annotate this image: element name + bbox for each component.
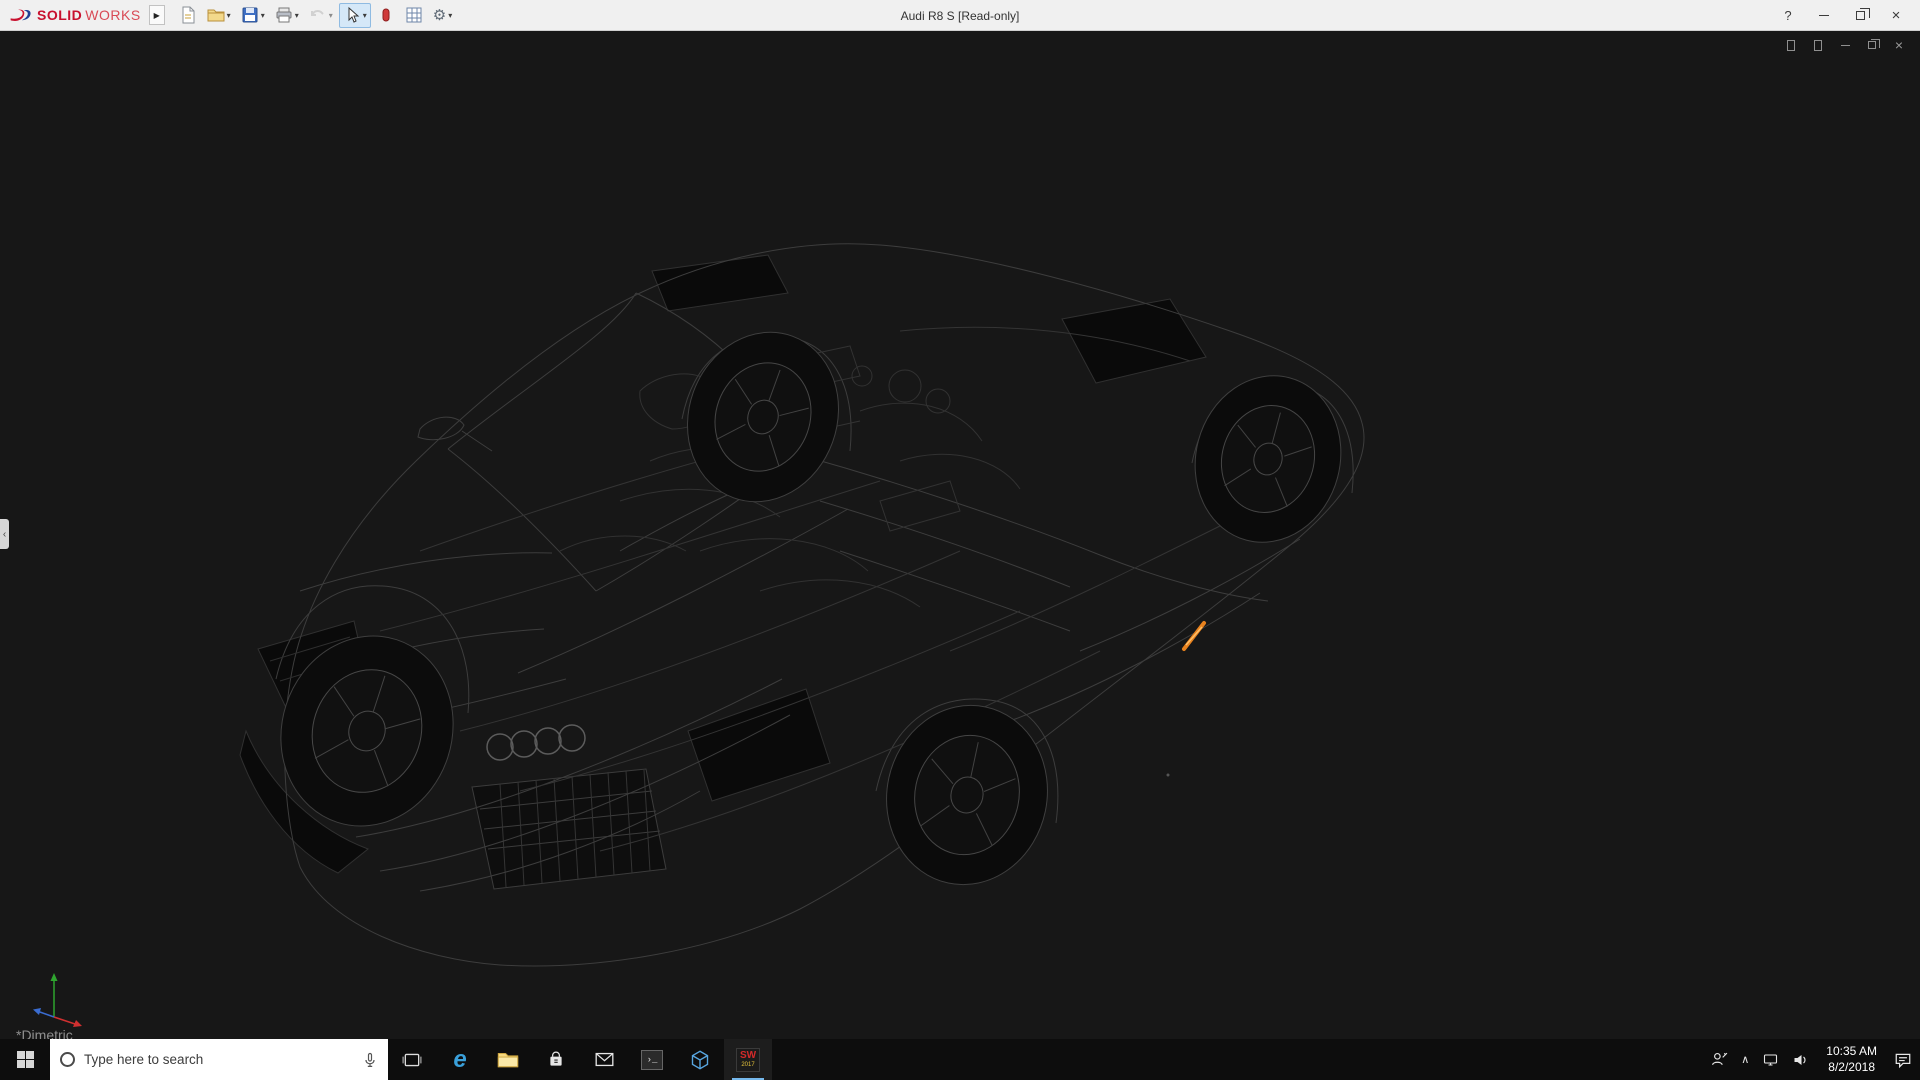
microphone-icon[interactable]: [362, 1052, 378, 1068]
menu-flyout-arrow[interactable]: ▶: [149, 5, 165, 25]
windows-logo-icon: [17, 1051, 34, 1068]
ds-logo-icon: [8, 7, 34, 24]
graphics-viewport[interactable]: ×: [0, 31, 1920, 1039]
task-view-icon: [402, 1052, 422, 1068]
select-cursor-icon: [343, 6, 361, 24]
taskbar-clock[interactable]: 10:35 AM 8/2/2018: [1822, 1044, 1881, 1075]
panel-arrow-icon: ‹: [3, 529, 6, 540]
print-dropdown-arrow[interactable]: ▾: [295, 11, 299, 20]
people-icon: [1711, 1051, 1728, 1068]
undo-dropdown-arrow[interactable]: ▾: [329, 11, 333, 20]
audi-rings: [487, 725, 585, 760]
restore-button[interactable]: [1852, 7, 1868, 23]
options-dropdown-arrow[interactable]: ▾: [448, 11, 452, 20]
page-icon: [1814, 40, 1822, 51]
select-tool-button[interactable]: ▾: [339, 3, 371, 28]
file-properties-icon: [405, 6, 423, 24]
volume-icon: [1792, 1052, 1809, 1068]
page-icon: [1787, 40, 1795, 51]
action-center-icon: [1894, 1051, 1912, 1069]
edge-button[interactable]: e: [436, 1039, 484, 1080]
brand-text-works: WORKS: [85, 7, 140, 23]
save-icon: [241, 6, 259, 24]
action-center-button[interactable]: [1894, 1051, 1912, 1069]
solidworks-taskbar-button[interactable]: SW 2017: [724, 1039, 772, 1080]
edge-icon: e: [453, 1048, 466, 1072]
rebuild-icon: [377, 6, 395, 24]
help-button[interactable]: ?: [1780, 7, 1796, 23]
view-orientation-label: *Dimetric: [16, 1027, 73, 1039]
window-controls: ? ×: [1780, 7, 1914, 23]
solidworks-app-icon: SW 2017: [736, 1048, 760, 1072]
mail-button[interactable]: [580, 1039, 628, 1080]
taskbar-search[interactable]: [50, 1039, 388, 1080]
titlebar: SOLIDWORKS ▶ ▾: [0, 0, 1920, 31]
restore-icon: [1856, 11, 1865, 20]
flyout-arrow-icon: ▶: [154, 11, 160, 20]
solidworks-window: SOLIDWORKS ▶ ▾: [0, 0, 1920, 1080]
open-document-button[interactable]: ▾: [203, 3, 235, 28]
options-gear-icon: ⚙: [433, 8, 446, 23]
search-input[interactable]: [84, 1052, 353, 1067]
minimize-icon: [1819, 15, 1829, 16]
file-properties-button[interactable]: [401, 3, 427, 28]
solidworks-logo: SOLIDWORKS: [6, 7, 145, 24]
people-button[interactable]: [1711, 1051, 1728, 1068]
command-prompt-button[interactable]: ›_: [628, 1039, 676, 1080]
doc-window-icon-2[interactable]: [1811, 38, 1825, 52]
open-dropdown-arrow[interactable]: ▾: [227, 11, 231, 20]
wireframe-car-model: [0, 31, 1920, 1039]
options-button[interactable]: ⚙ ▾: [429, 3, 456, 28]
hidden-icons-button[interactable]: ∧: [1741, 1053, 1749, 1066]
doc-restore-button[interactable]: [1865, 38, 1879, 52]
command-prompt-icon: ›_: [641, 1050, 663, 1070]
undo-icon: [309, 6, 327, 24]
new-document-button[interactable]: [175, 3, 201, 28]
save-button[interactable]: ▾: [237, 3, 269, 28]
undo-button[interactable]: ▾: [305, 3, 337, 28]
3d-cube-icon: [690, 1050, 710, 1070]
orientation-triad: [24, 965, 88, 1029]
doc-close-button[interactable]: ×: [1892, 38, 1906, 52]
print-icon: [275, 6, 293, 24]
network-button[interactable]: [1762, 1052, 1779, 1068]
doc-minimize-button[interactable]: [1838, 38, 1852, 52]
open-folder-icon: [207, 6, 225, 24]
clock-time: 10:35 AM: [1826, 1044, 1877, 1060]
file-explorer-button[interactable]: [484, 1039, 532, 1080]
rebuild-button[interactable]: [373, 3, 399, 28]
volume-button[interactable]: [1792, 1052, 1809, 1068]
close-button[interactable]: ×: [1888, 7, 1904, 23]
doc-minimize-icon: [1841, 45, 1850, 46]
store-icon: [547, 1051, 565, 1069]
cortana-icon: [60, 1052, 75, 1067]
window-title: Audi R8 S [Read-only]: [901, 0, 1020, 31]
collapsed-panel-arrow[interactable]: ‹: [0, 519, 9, 549]
system-tray: ∧ 10:35 AM 8/2/2018: [1703, 1039, 1920, 1080]
document-window-controls: ×: [1784, 38, 1906, 52]
file-explorer-icon: [497, 1051, 519, 1068]
doc-window-icon-1[interactable]: [1784, 38, 1798, 52]
print-button[interactable]: ▾: [271, 3, 303, 28]
3d-app-button[interactable]: [676, 1039, 724, 1080]
save-dropdown-arrow[interactable]: ▾: [261, 11, 265, 20]
clock-date: 8/2/2018: [1826, 1060, 1877, 1076]
network-icon: [1762, 1052, 1779, 1068]
doc-restore-icon: [1868, 41, 1876, 49]
select-dropdown-arrow[interactable]: ▾: [363, 11, 367, 20]
quick-access-toolbar: ▾ ▾ ▾: [175, 3, 457, 28]
mail-icon: [595, 1052, 614, 1067]
minimize-button[interactable]: [1816, 7, 1832, 23]
new-document-icon: [179, 6, 197, 24]
task-view-button[interactable]: [388, 1039, 436, 1080]
start-button[interactable]: [0, 1039, 50, 1080]
store-button[interactable]: [532, 1039, 580, 1080]
brand-text-solid: SOLID: [37, 7, 82, 23]
taskbar: e ›_: [0, 1039, 1920, 1080]
